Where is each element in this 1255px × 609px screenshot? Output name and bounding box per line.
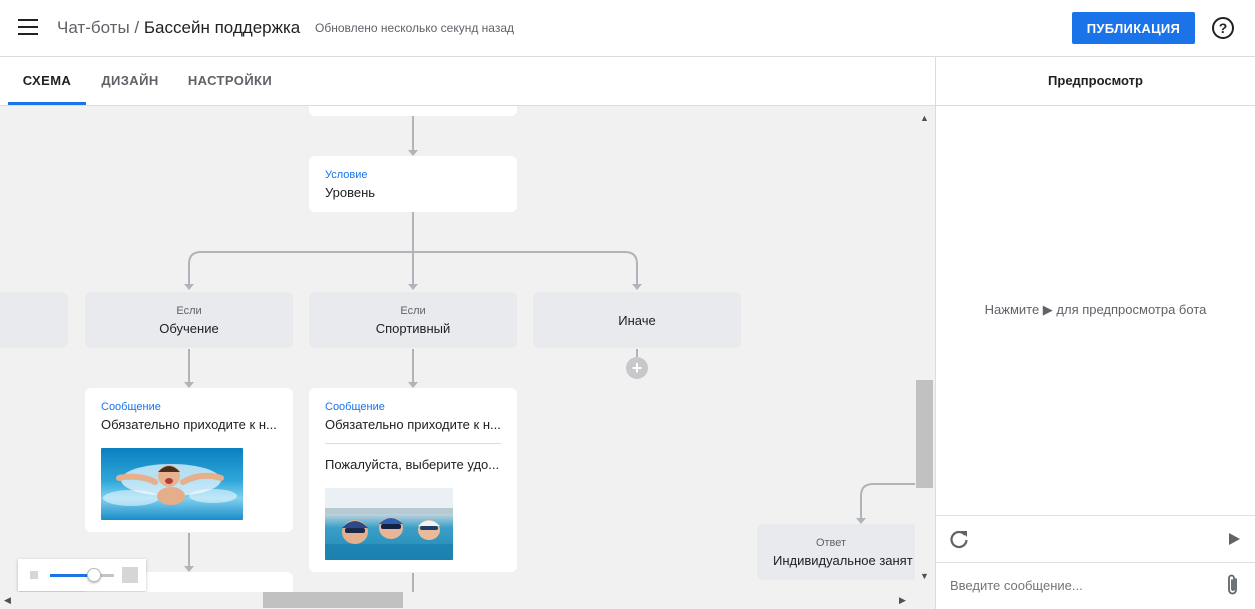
breadcrumb-root[interactable]: Чат-боты	[57, 18, 130, 37]
preview-header-divider	[936, 105, 1255, 106]
node-divider	[325, 443, 501, 444]
last-updated-text: Обновлено несколько секунд назад	[315, 21, 515, 35]
zoom-slider-thumb[interactable]	[87, 568, 101, 582]
scroll-up-icon[interactable]: ▲	[920, 113, 929, 123]
horizontal-scroll-thumb[interactable]	[263, 592, 403, 608]
branch-text: Спортивный	[375, 321, 451, 336]
preview-hint: Нажмите ▶ для предпросмотра бота	[984, 302, 1207, 317]
swimming-children-image	[325, 488, 453, 560]
message-input[interactable]	[950, 578, 1210, 593]
app-header: Чат-боты / Бассейн поддержка Обновлено н…	[0, 0, 1255, 57]
flow-node-top[interactable]	[309, 106, 517, 116]
zoom-control	[18, 559, 146, 591]
zoom-out-icon[interactable]	[30, 571, 38, 579]
scroll-right-icon[interactable]: ▶	[899, 595, 906, 605]
node-text: Обязательно приходите к н...	[325, 417, 501, 432]
branch-type-label: Если	[400, 305, 426, 317]
branch-node-sportivnyi[interactable]: Если Спортивный	[309, 292, 517, 348]
horizontal-scrollbar[interactable]: ◀ ▶	[0, 592, 915, 609]
message-node-mid[interactable]: Сообщение Обязательно приходите к н... П…	[309, 388, 517, 572]
branch-text: Иначе	[618, 313, 656, 328]
attach-icon[interactable]	[1224, 572, 1242, 598]
node-type-label: Ответ	[815, 537, 847, 549]
branch-node-inache[interactable]: Иначе	[533, 292, 741, 348]
reply-node[interactable]: Ответ Индивидуальное занят	[757, 524, 935, 580]
swimming-child-image	[101, 448, 243, 520]
condition-node[interactable]: Условие Уровень	[309, 156, 517, 212]
message-node-left[interactable]: Сообщение Обязательно приходите к н...	[85, 388, 293, 532]
menu-icon[interactable]	[18, 19, 38, 35]
branch-type-label: Если	[176, 305, 202, 317]
publish-button[interactable]: ПУБЛИКАЦИЯ	[1072, 12, 1195, 44]
node-type-label: Сообщение	[101, 401, 161, 413]
preview-input-divider	[936, 562, 1255, 563]
preview-title: Предпросмотр	[1048, 73, 1143, 88]
node-text: Индивидуальное занят	[773, 553, 913, 568]
branch-text: Обучение	[159, 321, 219, 336]
tab-design[interactable]: ДИЗАЙН	[92, 57, 168, 105]
breadcrumb-current: Бассейн поддержка	[143, 18, 301, 37]
preview-panel: Предпросмотр Нажмите ▶ для предпросмотра…	[936, 57, 1255, 609]
vertical-scroll-thumb[interactable]	[916, 380, 933, 488]
branch-node-offscreen[interactable]	[0, 292, 68, 348]
scroll-left-icon[interactable]: ◀	[4, 595, 11, 605]
editor-tabs: СХЕМА ДИЗАЙН НАСТРОЙКИ	[0, 57, 935, 106]
breadcrumb-separator: /	[134, 18, 140, 37]
tab-settings[interactable]: НАСТРОЙКИ	[178, 57, 282, 105]
add-branch-icon[interactable]: +	[626, 357, 648, 379]
node-text-2: Пожалуйста, выберите удо...	[325, 457, 500, 472]
tab-schema[interactable]: СХЕМА	[8, 57, 86, 105]
breadcrumb: Чат-боты / Бассейн поддержка	[57, 18, 300, 38]
flow-canvas[interactable]: Условие Уровень Если Обучение Если Спорт…	[0, 106, 935, 609]
preview-toolbar-divider	[936, 515, 1255, 516]
vertical-scrollbar[interactable]: ▲ ▼	[915, 106, 935, 596]
play-icon[interactable]	[1226, 531, 1242, 547]
node-text: Уровень	[325, 185, 376, 200]
zoom-in-icon[interactable]	[122, 567, 138, 583]
node-type-label: Сообщение	[325, 401, 385, 413]
node-text: Обязательно приходите к н...	[101, 417, 277, 432]
node-type-label: Условие	[325, 169, 368, 181]
branch-node-obuchenie[interactable]: Если Обучение	[85, 292, 293, 348]
scroll-down-icon[interactable]: ▼	[920, 571, 929, 581]
refresh-icon[interactable]	[948, 528, 970, 550]
help-icon[interactable]: ?	[1212, 17, 1234, 39]
